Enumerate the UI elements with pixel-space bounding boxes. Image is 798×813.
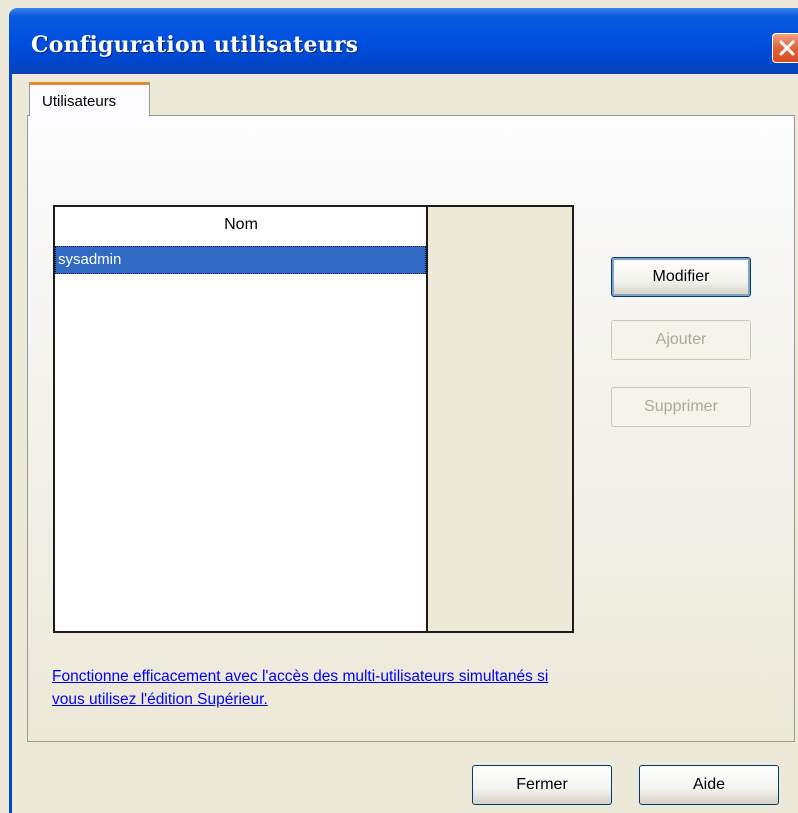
close-button[interactable]: Fermer xyxy=(472,765,612,805)
edition-info-link-line1: Fonctionne efficacement avec l'accès des… xyxy=(52,668,549,685)
list-item-name: sysadmin xyxy=(58,251,122,268)
tab-users-label: Utilisateurs xyxy=(42,93,117,110)
close-button-label: Fermer xyxy=(516,776,568,793)
tab-users[interactable]: Utilisateurs xyxy=(29,82,150,116)
edition-info-link[interactable]: Fonctionne efficacement avec l'accès des… xyxy=(52,665,732,711)
help-button[interactable]: Aide xyxy=(639,765,779,805)
help-button-label: Aide xyxy=(692,776,726,793)
modify-button[interactable]: Modifier xyxy=(611,257,751,297)
column-header-name[interactable]: Nom xyxy=(55,207,427,243)
users-list[interactable]: Nom sysadmin xyxy=(53,205,574,633)
add-button[interactable]: Ajouter xyxy=(611,320,751,360)
column-header-name-label: Nom xyxy=(224,216,258,233)
window-border xyxy=(9,74,12,813)
delete-button-label: Supprimer xyxy=(644,398,718,415)
delete-button[interactable]: Supprimer xyxy=(611,387,751,427)
modify-button-label: Modifier xyxy=(652,268,710,285)
users-list-body[interactable]: sysadmin xyxy=(55,243,427,631)
user-configuration-dialog: Configuration utilisateurs Utilisateurs … xyxy=(0,0,798,813)
list-empty-column xyxy=(427,207,572,631)
add-button-label: Ajouter xyxy=(655,331,707,348)
close-icon xyxy=(779,40,795,56)
title-bar[interactable]: Configuration utilisateurs xyxy=(9,8,798,74)
edition-info-link-line2: vous utilisez l'édition Supérieur. xyxy=(52,691,268,708)
close-window-button[interactable] xyxy=(772,33,798,63)
window-title: Configuration utilisateurs xyxy=(31,32,359,58)
list-item[interactable]: sysadmin xyxy=(55,246,426,274)
